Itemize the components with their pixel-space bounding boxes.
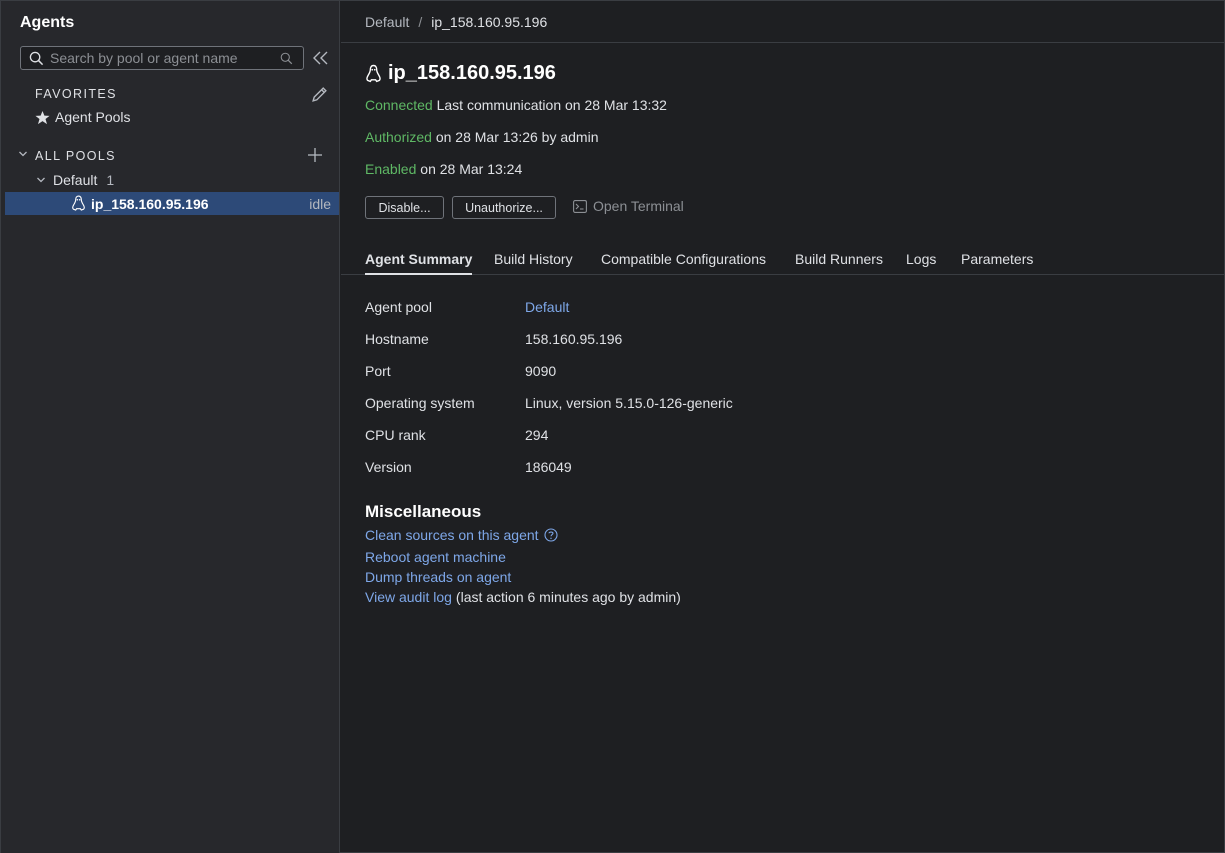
sidebar: Agents FAVORITES Agent Pools	[1, 1, 340, 853]
pool-item-default[interactable]: Default 1	[36, 172, 114, 188]
clean-sources-row: Clean sources on this agent	[365, 527, 558, 543]
open-terminal-button[interactable]: Open Terminal	[573, 198, 684, 214]
enabled-text: on 28 Mar 13:24	[420, 161, 523, 177]
breadcrumb-link-default[interactable]: Default	[365, 14, 409, 30]
favorite-item-agent-pools[interactable]: Agent Pools	[35, 109, 131, 125]
authorized-text: on 28 Mar 13:26 by admin	[435, 129, 599, 145]
tab-parameters[interactable]: Parameters	[961, 251, 1033, 267]
disable-button[interactable]: Disable...	[365, 196, 444, 219]
agent-item-label: ip_158.160.95.196	[91, 195, 209, 212]
prop-value-cpu-rank: 294	[525, 427, 549, 443]
authorization-status: Authorized on 28 Mar 13:26 by admin	[365, 129, 598, 145]
all-pools-header: ALL POOLS	[35, 149, 116, 163]
search-input[interactable]	[44, 50, 280, 66]
page-title: ip_158.160.95.196	[365, 62, 556, 85]
open-terminal-label: Open Terminal	[593, 198, 684, 214]
agent-status-badge: idle	[309, 195, 331, 212]
connected-label: Connected	[365, 97, 433, 113]
prop-label-operating-system: Operating system	[365, 395, 475, 411]
sidebar-title: Agents	[20, 14, 75, 31]
miscellaneous-heading: Miscellaneous	[365, 502, 482, 521]
chevron-down-icon	[19, 151, 27, 157]
terminal-icon	[573, 199, 587, 213]
dump-threads-row: Dump threads on agent	[365, 569, 511, 585]
unauthorize-button[interactable]: Unauthorize...	[452, 196, 556, 219]
view-audit-log-link[interactable]: View audit log	[365, 589, 452, 605]
connection-status: Connected Last communication on 28 Mar 1…	[365, 97, 667, 113]
favorites-header: FAVORITES	[35, 87, 117, 101]
prop-value-version: 186049	[525, 459, 572, 475]
reboot-row: Reboot agent machine	[365, 549, 506, 565]
search-icon	[29, 51, 44, 65]
plus-icon[interactable]	[307, 147, 323, 163]
prop-value-hostname: 158.160.95.196	[525, 331, 623, 347]
reboot-agent-link[interactable]: Reboot agent machine	[365, 549, 506, 565]
agent-item-selected[interactable]: ip_158.160.95.196 idle	[5, 192, 339, 215]
double-chevron-left-icon[interactable]	[312, 49, 330, 67]
enabled-status: Enabled on 28 Mar 13:24	[365, 161, 522, 177]
tab-build-runners[interactable]: Build Runners	[795, 251, 883, 267]
tab-logs[interactable]: Logs	[906, 251, 936, 267]
favorite-item-label: Agent Pools	[55, 109, 131, 125]
tab-compatible-configurations[interactable]: Compatible Configurations	[601, 251, 766, 267]
page-title-text: ip_158.160.95.196	[388, 62, 556, 84]
dump-threads-link[interactable]: Dump threads on agent	[365, 569, 511, 585]
authorized-label: Authorized	[365, 129, 432, 145]
prop-value-operating-system: Linux, version 5.15.0-126-generic	[525, 395, 733, 411]
chevron-down-icon	[37, 177, 45, 183]
enabled-label: Enabled	[365, 161, 417, 177]
pool-name: Default	[53, 172, 98, 188]
prop-value-port: 9090	[525, 363, 557, 379]
breadcrumb: Default / ip_158.160.95.196	[341, 1, 1225, 43]
app-window: Agents FAVORITES Agent Pools	[0, 0, 1225, 853]
connected-text: Last communication on 28 Mar 13:32	[436, 97, 667, 113]
tab-bar: Agent Summary Build History Compatible C…	[341, 245, 1225, 275]
audit-log-note: (last action 6 minutes ago by admin)	[455, 589, 681, 605]
breadcrumb-current: ip_158.160.95.196	[431, 13, 548, 30]
prop-label-cpu-rank: CPU rank	[365, 427, 426, 443]
star-icon	[35, 110, 50, 124]
clean-sources-link[interactable]: Clean sources on this agent	[365, 527, 539, 543]
prop-label-version: Version	[365, 459, 412, 475]
pool-count: 1	[106, 172, 115, 188]
help-icon[interactable]	[544, 528, 558, 542]
linux-icon	[366, 64, 381, 82]
main-panel: Default / ip_158.160.95.196 ip_158.160.9…	[341, 1, 1225, 853]
tab-agent-summary[interactable]: Agent Summary	[365, 251, 473, 275]
prop-label-hostname: Hostname	[365, 331, 429, 347]
agent-pool-link[interactable]: Default	[525, 299, 569, 315]
all-pools-toggle[interactable]	[18, 149, 28, 159]
breadcrumb-separator: /	[418, 13, 423, 30]
prop-label-agent-pool: Agent pool	[365, 299, 432, 315]
tab-build-history[interactable]: Build History	[494, 251, 573, 267]
audit-log-row: View audit log (last action 6 minutes ag…	[365, 589, 681, 605]
search-box[interactable]	[20, 46, 304, 70]
linux-icon	[72, 195, 85, 211]
clear-icon[interactable]	[280, 52, 293, 65]
prop-label-port: Port	[365, 363, 391, 379]
pencil-icon[interactable]	[311, 86, 328, 103]
